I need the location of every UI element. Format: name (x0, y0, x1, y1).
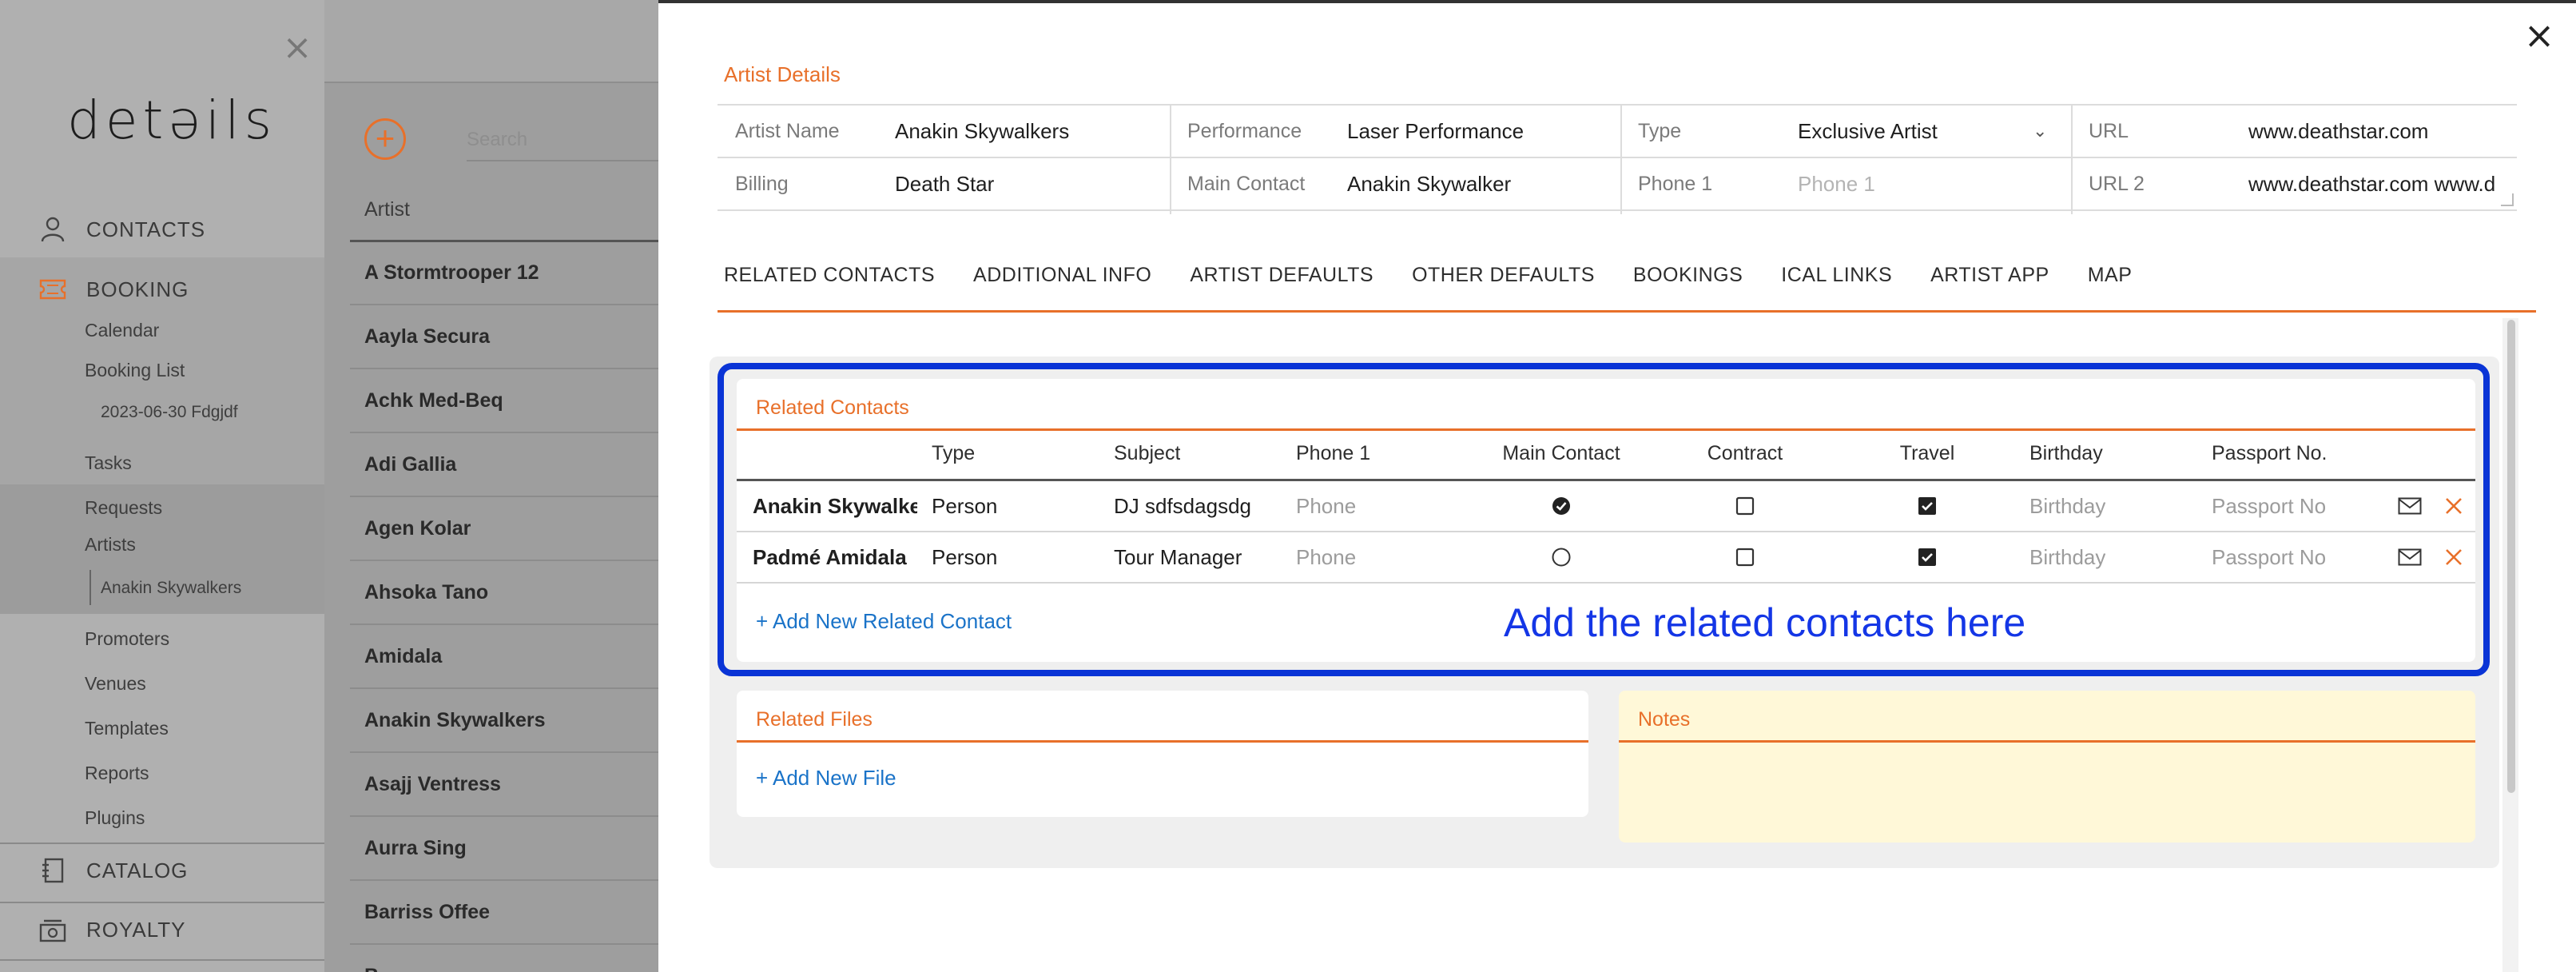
catalog-icon (37, 854, 69, 886)
nav-reports[interactable]: Reports (85, 763, 149, 784)
card-divider (737, 740, 1588, 743)
detail-tabs: RELATED CONTACTS ADDITIONAL INFO ARTIST … (724, 264, 2170, 287)
tabs-underline (718, 310, 2536, 313)
sidebar: × detəils CONTACTS BOOKING Calendar Book… (0, 0, 324, 972)
nav-catalog[interactable]: CATALOG (0, 843, 324, 898)
nav-requests[interactable]: Requests (85, 497, 162, 519)
nav-plugins[interactable]: Plugins (85, 807, 145, 829)
annotation-text: Add the related contacts here (1504, 600, 2026, 645)
nav-contacts[interactable]: CONTACTS (0, 201, 324, 257)
tree-line (89, 570, 91, 605)
artist-name-value: Anakin Skywalkers (895, 118, 1070, 143)
nav-royalty-label: ROYALTY (86, 917, 186, 942)
tab-other-defaults[interactable]: OTHER DEFAULTS (1412, 264, 1595, 287)
nav-templates[interactable]: Templates (85, 718, 169, 739)
list-item[interactable]: Aayla Secura (350, 305, 658, 369)
artist-list-panel: + Artist A Stormtrooper 12 Aayla Secura … (324, 0, 658, 972)
list-item[interactable]: B... (350, 945, 658, 972)
list-item[interactable]: Adi Gallia (350, 433, 658, 497)
card-divider (1619, 740, 2475, 743)
field-label: Phone 1 (1638, 172, 1713, 195)
scrollbar-thumb[interactable] (2507, 320, 2515, 793)
field-label: URL 2 (2089, 172, 2145, 195)
chevron-down-icon[interactable]: ⌄ (2033, 121, 2047, 141)
list-item[interactable]: Anakin Skywalkers (350, 689, 658, 753)
main-contact-value: Anakin Skywalker (1347, 171, 1512, 196)
tab-related-contacts[interactable]: RELATED CONTACTS (724, 264, 935, 287)
related-files-card: Related Files + Add New File (737, 691, 1588, 817)
tab-additional-info[interactable]: ADDITIONAL INFO (973, 264, 1151, 287)
nav-tasks[interactable]: Tasks (85, 452, 132, 474)
add-file-link[interactable]: + Add New File (756, 766, 896, 791)
type-value: Exclusive Artist (1798, 118, 1938, 143)
notes-title: Notes (1638, 708, 1691, 731)
nav-promoters[interactable]: Promoters (85, 628, 169, 650)
nav-artists[interactable]: Artists (85, 534, 136, 556)
url2-value: www.deathstar.com www.d (2248, 171, 2496, 196)
nav-booking-label: BOOKING (86, 277, 189, 301)
nav-calendar[interactable]: Calendar (85, 320, 159, 341)
nav-venues[interactable]: Venues (85, 673, 146, 695)
tab-artist-defaults[interactable]: ARTIST DEFAULTS (1190, 264, 1373, 287)
field-label: Type (1638, 119, 1682, 142)
list-item[interactable]: Barriss Offee (350, 881, 658, 945)
sidebar-close-icon[interactable]: × (281, 30, 313, 66)
list-topbar (324, 0, 658, 83)
url-field[interactable]: URL www.deathstar.com (2071, 106, 2517, 158)
artist-detail-panel: × Artist Details Artist Name Anakin Skyw… (658, 0, 2576, 972)
tab-ical-links[interactable]: ICAL LINKS (1781, 264, 1892, 287)
resize-handle[interactable] (2501, 193, 2514, 206)
ticket-icon (37, 273, 69, 305)
nav-booking-entry[interactable]: 2023-06-30 Fdgjdf (101, 403, 238, 422)
billing-value: Death Star (895, 171, 995, 196)
close-icon[interactable]: × (2523, 17, 2555, 54)
tab-artist-app[interactable]: ARTIST APP (1930, 264, 2049, 287)
nav-booking-list[interactable]: Booking List (85, 360, 185, 381)
field-label: URL (2089, 119, 2129, 142)
url-value: www.deathstar.com (2248, 118, 2429, 143)
related-files-title: Related Files (756, 708, 873, 731)
royalty-icon (37, 914, 69, 946)
app-logo: detəils (67, 90, 277, 151)
list-item[interactable]: A Stormtrooper 12 (350, 241, 658, 305)
person-icon (37, 213, 69, 245)
nav-contacts-label: CONTACTS (86, 217, 206, 241)
nav-artist-child[interactable]: Anakin Skywalkers (101, 579, 241, 598)
phone1-field[interactable]: Phone 1 Phone 1 (1620, 158, 2071, 211)
list-item[interactable]: Agen Kolar (350, 497, 658, 561)
list-item[interactable]: Achk Med-Beq (350, 369, 658, 433)
artist-list: A Stormtrooper 12 Aayla Secura Achk Med-… (350, 241, 658, 972)
field-divider (1620, 106, 1622, 214)
nav-royalty[interactable]: ROYALTY (0, 902, 324, 958)
nav-booking[interactable]: BOOKING (0, 261, 324, 317)
nav-catalog-label: CATALOG (86, 858, 189, 882)
type-select[interactable]: Type Exclusive Artist ⌄ (1620, 106, 2071, 158)
performance-value: Laser Performance (1347, 118, 1525, 143)
artist-details-title: Artist Details (724, 62, 841, 86)
performance-field[interactable]: Performance Laser Performance (1170, 106, 1620, 158)
tab-map[interactable]: MAP (2088, 264, 2133, 287)
list-item[interactable]: Aurra Sing (350, 817, 658, 881)
add-artist-button[interactable]: + (364, 118, 406, 160)
artist-column-header: Artist (364, 198, 410, 221)
tab-bookings[interactable]: BOOKINGS (1633, 264, 1743, 287)
sidebar-divider (0, 959, 324, 961)
notes-card[interactable]: Notes (1619, 691, 2475, 843)
url2-field[interactable]: URL 2 www.deathstar.com www.d (2071, 158, 2517, 211)
list-item[interactable]: Asajj Ventress (350, 753, 658, 817)
field-divider (2071, 106, 2073, 214)
artist-details-form: Artist Name Anakin Skywalkers Performanc… (718, 104, 2517, 214)
phone1-placeholder: Phone 1 (1798, 171, 1875, 196)
main-contact-field[interactable]: Main Contact Anakin Skywalker (1170, 158, 1620, 211)
field-label: Performance (1187, 119, 1302, 142)
field-divider (1170, 106, 1171, 214)
artist-name-field[interactable]: Artist Name Anakin Skywalkers (718, 106, 1170, 158)
search-input[interactable] (467, 120, 658, 161)
list-item[interactable]: Ahsoka Tano (350, 561, 658, 625)
field-label: Billing (735, 172, 789, 195)
field-label: Artist Name (735, 119, 840, 142)
list-item[interactable]: Amidala (350, 625, 658, 689)
billing-field[interactable]: Billing Death Star (718, 158, 1170, 211)
field-label: Main Contact (1187, 172, 1306, 195)
